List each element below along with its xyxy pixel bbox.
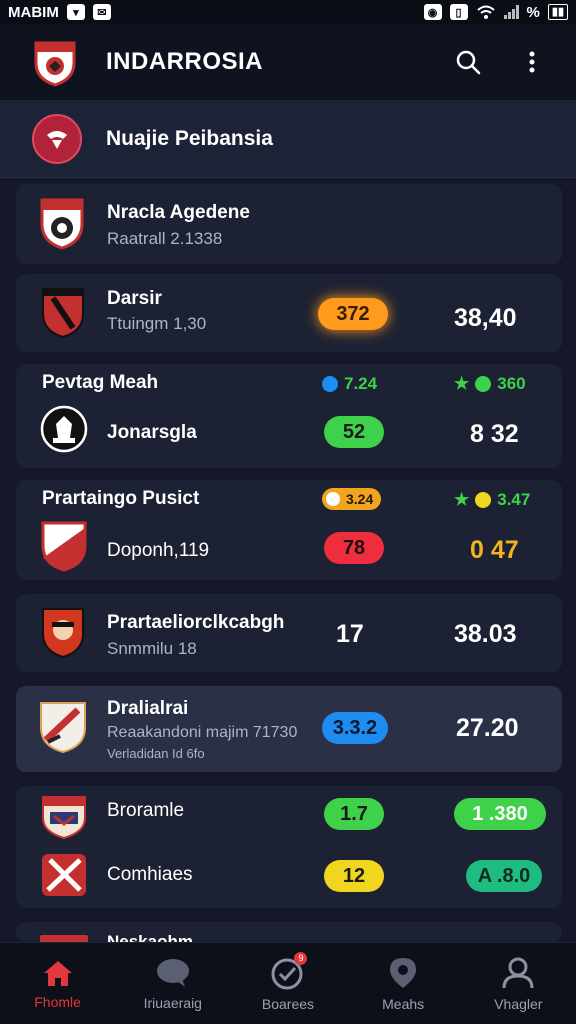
status-carrier: MABIM [8, 3, 59, 21]
odds-badge[interactable]: 52 [324, 416, 384, 448]
status-dot-icon [475, 492, 492, 508]
team-name: Darsir [107, 288, 162, 309]
featured-league-title: Nuajie Peibansia [106, 126, 273, 150]
vibrate-icon: ▯ [449, 4, 468, 20]
mail-icon: ✉ [92, 4, 111, 20]
team-crest-icon [40, 520, 88, 577]
section-title: Pevtag Meah [42, 372, 159, 393]
notification-icon: ▾ [66, 4, 85, 20]
section-title: Prartaingo Pusict [42, 488, 200, 509]
stat-right: ★ 3.47 [454, 490, 530, 510]
score-badge: A .8.0 [466, 860, 542, 892]
status-dot-icon [326, 492, 340, 506]
nav-matches[interactable]: Meahs [346, 956, 461, 1012]
status-bar: MABIM ▾ ✉ ◉ ▯ % ▮▮ [0, 0, 576, 24]
stat-left: 7.24 [322, 374, 377, 394]
team-crest-icon [40, 286, 86, 345]
match-card[interactable]: Prartaeliorclkcabgh Snmmilu 18 17 38.03 [16, 594, 562, 672]
nav-label: Fhomle [34, 993, 81, 1010]
match-card-selected[interactable]: Dralialrai Reaakandoni majim 71730 Verla… [16, 686, 562, 772]
team-name: Dralialrai [107, 698, 189, 719]
status-dot-icon [322, 376, 338, 392]
wifi-icon [476, 5, 495, 19]
match-score: 38.03 [454, 620, 517, 648]
nav-label: Boarees [261, 995, 315, 1012]
team-crest-icon [40, 606, 86, 665]
nav-label: Vhagler [494, 995, 543, 1012]
chat-icon [156, 958, 189, 987]
team-name: Neskaohm [107, 932, 193, 942]
team-name: Nracla Agedene [107, 202, 250, 223]
stat-value: 3.24 [346, 491, 374, 507]
odds-badge[interactable]: 3.3.2 [322, 712, 388, 744]
battery-icon: ▮▮ [547, 4, 568, 20]
alarm-icon: ◉ [423, 4, 442, 20]
odds-badge[interactable]: 12 [324, 860, 384, 892]
odds-badge[interactable]: 78 [324, 532, 384, 564]
status-dot-icon [475, 376, 492, 392]
match-info: Raatrall 2.1338 [107, 229, 223, 248]
team-name: Broramle [107, 800, 185, 821]
stat-left: 3.24 [322, 488, 382, 510]
odds-badge[interactable]: 1.7 [324, 798, 384, 830]
match-card[interactable]: Neskaohm [16, 922, 562, 942]
nav-label: Meahs [382, 995, 425, 1012]
team-name: Jonarsgla [107, 422, 197, 443]
match-score: 27.20 [456, 714, 519, 742]
nav-home[interactable]: Fhomle [0, 958, 115, 1010]
team-crest-icon [40, 794, 88, 845]
team-crest-icon [40, 404, 88, 459]
match-info: Ttuingm 1,30 [107, 314, 207, 333]
match-info: Snmmilu 18 [107, 639, 197, 658]
nav-profile[interactable]: Vhagler [461, 956, 576, 1012]
stat-value: 3.47 [497, 490, 531, 509]
team-name: Doponh,119 [107, 540, 210, 561]
match-score: 38,40 [454, 304, 517, 332]
team-crest-icon [40, 852, 88, 903]
score-badge: 1 .380 [454, 798, 546, 830]
match-card[interactable]: Darsir Ttuingm 1,30 372 38,40 [16, 274, 562, 352]
pin-icon [390, 957, 417, 988]
nav-scores[interactable]: 9 Boarees [230, 951, 345, 1012]
app-bar: INDARROSIA [0, 24, 576, 100]
search-icon[interactable] [454, 48, 482, 76]
match-card[interactable]: Broramle 1.7 1 .380 Comhiaes 12 A .8.0 [16, 786, 562, 908]
match-info-secondary: Verladidan Id 6fo [107, 746, 205, 761]
signal-icon [503, 5, 519, 19]
match-card[interactable]: Prartaingo Pusict 3.24 ★ 3.47 Doponh,119 … [16, 480, 562, 580]
star-icon: ★ [454, 374, 470, 393]
star-icon: ★ [454, 490, 470, 509]
more-options-icon[interactable] [518, 48, 546, 76]
battery-percent: % [526, 3, 540, 21]
odds-badge[interactable]: 372 [318, 298, 388, 330]
bottom-navigation: Fhomle Iriuaeraig 9 Boarees Meahs Vhagle… [0, 942, 576, 1024]
match-card[interactable]: Pevtag Meah 7.24 ★ 360 Jonarsgla 52 8 32 [16, 364, 562, 468]
team-crest-icon [38, 196, 86, 255]
league-emblem-icon [32, 113, 82, 164]
team-name: Comhiaes [107, 864, 193, 885]
nav-messages[interactable]: Iriuaeraig [115, 957, 230, 1011]
match-card[interactable]: Nracla Agedene Raatrall 2.1338 [16, 184, 562, 264]
stat-right: ★ 360 [454, 374, 526, 394]
stat-value: 7.24 [344, 374, 378, 393]
stat-value: 360 [497, 374, 526, 393]
match-info: Reaakandoni majim 71730 [107, 724, 298, 741]
nav-label: Iriuaeraig [143, 994, 202, 1011]
user-icon [502, 957, 534, 988]
team-name: Prartaeliorclkcabgh [107, 612, 285, 633]
featured-league-header[interactable]: Nuajie Peibansia [0, 100, 576, 178]
notification-badge: 9 [294, 951, 308, 965]
match-score: 8 32 [470, 420, 519, 448]
match-score: 0 47 [470, 536, 519, 564]
odds-value[interactable]: 17 [336, 620, 364, 649]
home-icon [43, 960, 72, 986]
app-title: INDARROSIA [106, 48, 264, 75]
team-crest-icon [38, 700, 88, 759]
club-logo[interactable] [30, 37, 80, 87]
